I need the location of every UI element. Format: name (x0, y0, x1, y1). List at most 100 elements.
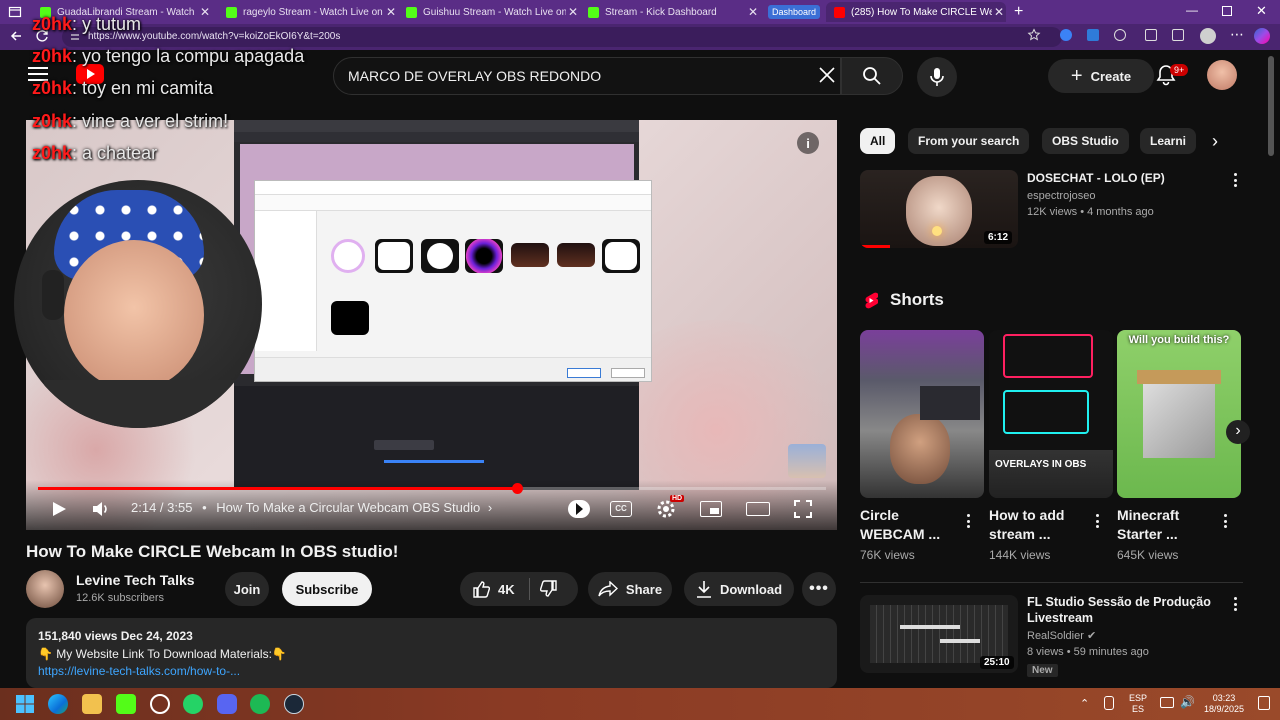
filter-chip-from-your-search[interactable]: From your search (908, 128, 1030, 154)
language-indicator[interactable]: ESP ES (1127, 693, 1149, 715)
page-scrollbar-thumb[interactable] (1268, 56, 1274, 156)
subscribe-button[interactable]: Subscribe (282, 572, 372, 606)
create-button[interactable]: + Create (1048, 59, 1154, 93)
close-tab-icon[interactable]: ✕ (198, 5, 212, 19)
chat-message: z0hk: toy en mi camita (32, 78, 214, 98)
chips-next-arrow-icon[interactable]: › (1212, 131, 1218, 152)
minimize-icon[interactable]: — (1186, 3, 1198, 17)
close-window-icon[interactable]: ✕ (1256, 3, 1267, 19)
search-input[interactable]: MARCO DE OVERLAY OBS REDONDO (333, 57, 841, 95)
close-tab-icon[interactable]: ✕ (992, 5, 1006, 19)
more-vertical-icon[interactable] (963, 512, 973, 530)
browser-tab-active[interactable]: (285) How To Make CIRCLE Webc ✕ (826, 2, 1006, 22)
tray-overflow-chevron-icon[interactable]: ⌃ (1080, 697, 1089, 710)
rec-info[interactable]: FL Studio Sessão de Produção Livestream … (1027, 594, 1227, 678)
short-title-3[interactable]: Minecraft Starter ... (1117, 506, 1179, 544)
theater-mode-button[interactable] (746, 502, 770, 516)
spotify-icon[interactable] (250, 694, 270, 714)
fullscreen-button[interactable] (794, 500, 812, 518)
more-vertical-icon[interactable] (1230, 171, 1240, 189)
edge-browser-icon[interactable] (48, 694, 68, 714)
volume-button[interactable] (92, 501, 110, 517)
extension-icon[interactable] (1087, 29, 1099, 41)
rec-info[interactable]: DOSECHAT - LOLO (EP) espectrojoseo 12K v… (1027, 170, 1227, 220)
short-title-2[interactable]: How to add stream ... (989, 506, 1064, 544)
tab-group-dashboard[interactable]: Dashboard (768, 5, 821, 19)
short-thumbnail-2[interactable]: OVERLAYS IN OBS (989, 330, 1113, 498)
back-icon[interactable] (8, 28, 24, 44)
channel-watermark[interactable] (788, 444, 826, 478)
obs-defaults-button (374, 440, 434, 450)
short-thumbnail-3[interactable]: Will you build this? (1117, 330, 1241, 498)
new-tab-icon[interactable]: + (1014, 3, 1023, 21)
file-open-dialog-screenshot (254, 180, 652, 382)
close-tab-icon[interactable]: ✕ (384, 5, 398, 19)
progress-bar[interactable] (38, 483, 826, 494)
chat-message: z0hk: vine a ver el strim! (32, 111, 229, 131)
extensions-puzzle-icon[interactable] (1145, 29, 1157, 41)
description-box[interactable]: 151,840 views Dec 24, 2023 👇 My Website … (26, 618, 837, 688)
more-vertical-icon[interactable] (1220, 512, 1230, 530)
start-menu-icon[interactable] (15, 694, 35, 714)
favorite-star-icon[interactable] (1027, 28, 1041, 42)
short-title-1[interactable]: Circle WEBCAM ... (860, 506, 940, 544)
voice-search-button[interactable] (917, 57, 957, 97)
share-button[interactable]: Share (588, 572, 672, 606)
file-explorer-icon[interactable] (82, 694, 102, 714)
channel-name[interactable]: Levine Tech Talks (76, 572, 195, 588)
maximize-icon[interactable] (1222, 6, 1232, 16)
autoplay-toggle[interactable] (568, 500, 590, 518)
url-field[interactable]: https://www.youtube.com/watch?v=koiZoEkO… (62, 27, 1062, 47)
miniplayer-button[interactable] (700, 501, 722, 517)
shorts-next-button[interactable]: › (1226, 420, 1250, 444)
download-button[interactable]: Download (684, 572, 794, 606)
discord-icon[interactable] (217, 694, 237, 714)
extension-icon[interactable] (1060, 29, 1072, 41)
search-button[interactable] (841, 57, 903, 95)
description-link[interactable]: https://levine-tech-talks.com/how-to-... (38, 664, 240, 678)
tab-actions-icon[interactable] (8, 5, 22, 19)
settings-button[interactable]: HD (656, 495, 685, 519)
captions-button[interactable]: CC (610, 501, 632, 517)
play-button[interactable] (50, 500, 68, 518)
time-and-chapter[interactable]: 2:14 / 3:55 • How To Make a Circular Web… (131, 500, 492, 515)
close-tab-icon[interactable]: ✕ (566, 5, 580, 19)
rec-title: FL Studio Sessão de Produção Livestream (1027, 595, 1211, 625)
network-icon[interactable] (1160, 697, 1174, 708)
duration-badge: 25:10 (980, 656, 1014, 669)
neon-circle-thumbnail (465, 239, 503, 273)
extension-icon[interactable] (1114, 29, 1126, 41)
filter-chip-obs-studio[interactable]: OBS Studio (1042, 128, 1129, 154)
more-vertical-icon[interactable] (1092, 512, 1102, 530)
volume-tray-icon[interactable]: 🔊 (1180, 695, 1195, 709)
whatsapp-icon[interactable] (183, 694, 203, 714)
profile-avatar[interactable] (1200, 28, 1216, 44)
notification-center-icon[interactable] (1258, 696, 1270, 710)
more-vertical-icon[interactable] (1230, 595, 1240, 613)
clock[interactable]: 03:23 18/9/2025 (1196, 693, 1252, 715)
steam-icon[interactable] (284, 694, 304, 714)
browser-tab-3[interactable]: Guishuu Stream - Watch Live on K ✕ (398, 2, 580, 22)
browser-tab-2[interactable]: rageylo Stream - Watch Live on K ✕ (218, 2, 398, 22)
short-views-2: 144K views (989, 548, 1051, 562)
browser-menu-icon[interactable]: ⋯ (1230, 26, 1244, 43)
join-button[interactable]: Join (225, 572, 269, 606)
favorites-icon[interactable] (1172, 29, 1184, 41)
copilot-icon[interactable] (1254, 28, 1270, 44)
microphone-tray-icon[interactable] (1104, 696, 1114, 710)
channel-avatar[interactable] (26, 570, 64, 608)
filter-chip-all[interactable]: All (860, 128, 896, 154)
like-button[interactable]: 4K (472, 580, 515, 598)
info-card-icon[interactable]: i (797, 132, 819, 154)
download-icon (696, 581, 711, 598)
obs-app-icon[interactable] (150, 694, 170, 714)
clear-search-icon[interactable] (818, 66, 836, 84)
account-avatar[interactable] (1207, 60, 1237, 90)
more-actions-button[interactable]: ••• (802, 572, 836, 606)
filter-chip-learning[interactable]: Learni (1140, 128, 1196, 154)
kick-app-icon[interactable] (116, 694, 136, 714)
close-tab-icon[interactable]: ✕ (746, 5, 760, 19)
dislike-button[interactable] (539, 580, 558, 598)
browser-tab-4[interactable]: Stream - Kick Dashboard ✕ (580, 2, 760, 22)
short-thumbnail-1[interactable] (860, 330, 984, 498)
